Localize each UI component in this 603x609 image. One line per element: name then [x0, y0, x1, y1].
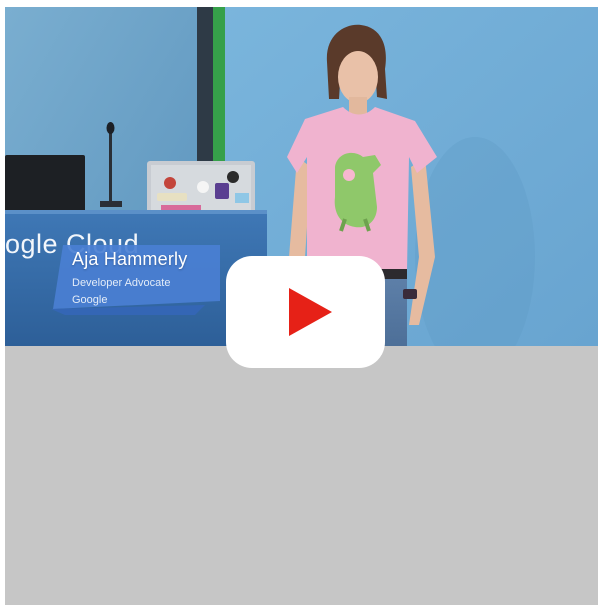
- speaker-organization: Google: [72, 294, 108, 306]
- youtube-play-icon: [226, 256, 385, 368]
- embed-frame: ogle Cloud Aja Hammerly Developer Advoca…: [5, 7, 598, 605]
- video-placeholder-area: [5, 346, 598, 605]
- play-button[interactable]: [226, 256, 385, 368]
- speaker-name: Aja Hammerly: [72, 249, 188, 269]
- speaker-title: Developer Advocate: [72, 277, 171, 289]
